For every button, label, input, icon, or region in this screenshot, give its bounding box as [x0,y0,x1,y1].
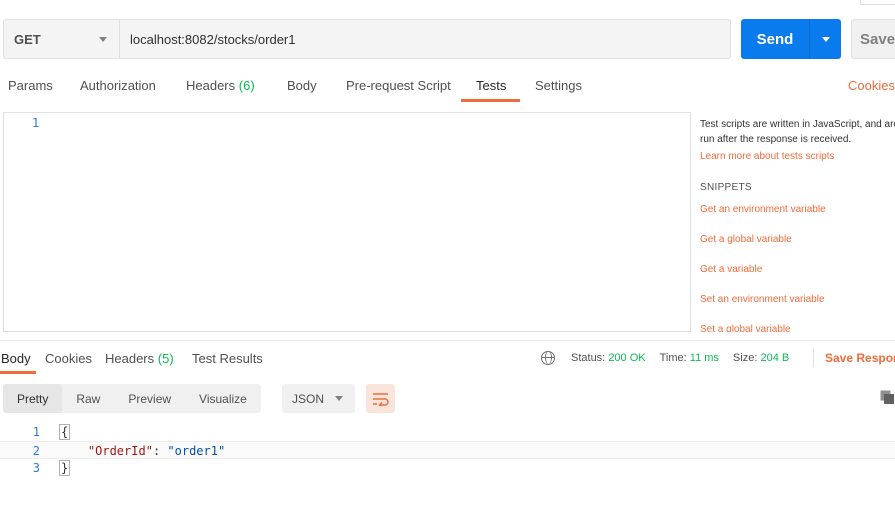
chevron-down-icon [335,396,343,401]
wrap-lines-button[interactable] [366,384,395,413]
view-mode-group: Pretty Raw Preview Visualize [3,384,261,413]
method-select[interactable]: GET [3,19,119,59]
tab-response-cookies[interactable]: Cookies [45,351,92,366]
tab-response-headers[interactable]: Headers (5) [105,351,174,366]
snippets-heading: SNIPPETS [700,182,752,193]
tab-label: Headers [186,78,236,93]
response-body-viewer[interactable]: 1 { 2 "OrderId": "order1" 3 } [0,423,895,477]
tab-label: Body [287,78,317,93]
save-button[interactable]: Save [851,19,895,59]
save-response-button[interactable]: Save Response [825,351,895,365]
request-bar: GET localhost:8082/stocks/order1 [3,19,731,59]
tab-label: Settings [535,78,582,93]
send-options-dropdown[interactable] [810,36,841,42]
learn-more-link[interactable]: Learn more about tests scripts [700,149,895,164]
tab-test-results[interactable]: Test Results [192,351,263,366]
tab-settings[interactable]: Settings [535,78,582,93]
url-value: localhost:8082/stocks/order1 [130,31,296,47]
chevron-down-icon [821,36,830,42]
cookies-link[interactable]: Cookies [848,78,895,93]
method-value: GET [14,31,41,47]
test-script-editor[interactable]: 1 [3,112,691,332]
request-tabs: Params Authorization Headers (6) Body Pr… [0,76,895,102]
tab-response-body[interactable]: Body [1,351,31,366]
status-separator [813,349,814,367]
tab-params[interactable]: Params [8,78,53,93]
line-number: 2 [32,444,40,458]
tab-label: Test Results [192,351,263,366]
top-right-frame [860,0,895,5]
active-tab-indicator [461,99,520,102]
snippet-get-variable[interactable]: Get a variable [700,255,895,285]
size-label: Size: [732,352,758,364]
view-raw-button[interactable]: Raw [62,384,114,413]
format-value: JSON [292,391,325,406]
view-pretty-button[interactable]: Pretty [3,384,63,413]
json-value: "order1" [167,444,226,458]
url-input[interactable]: localhost:8082/stocks/order1 [119,19,731,59]
tests-side-panel: Test scripts are written in JavaScript, … [700,112,895,332]
line-number: 1 [32,425,40,439]
status-value[interactable]: 200 OK [608,352,645,364]
json-separator: : [152,444,168,458]
snippets-list: Get an environment variable Get a global… [700,195,895,332]
tab-label: Cookies [45,351,92,366]
tab-label: Headers [105,351,155,366]
pane-divider[interactable] [0,340,895,341]
code-text: { [59,423,71,441]
code-line: 2 "OrderId": "order1" [0,441,895,459]
close-brace: } [59,460,71,476]
tab-authorization[interactable]: Authorization [80,78,156,93]
globe-icon[interactable] [541,351,555,365]
code-line: 1 { [0,423,895,441]
tab-pre-request-script[interactable]: Pre-request Script [346,78,451,93]
tab-label: Pre-request Script [346,78,451,93]
snippet-get-global-variable[interactable]: Get a global variable [700,225,895,255]
wrap-lines-icon [373,392,389,406]
tab-label: Authorization [80,78,156,93]
copy-icon[interactable] [880,390,895,405]
snippet-set-global-variable[interactable]: Set a global variable [700,315,895,332]
line-number: 1 [32,116,40,130]
tab-count-badge: (6) [238,78,255,93]
tab-body[interactable]: Body [287,78,317,93]
send-label: Send [756,30,794,48]
tests-description: Test scripts are written in JavaScript, … [700,119,895,145]
view-preview-button[interactable]: Preview [114,384,185,413]
save-label: Save [860,30,895,48]
tab-label: Body [1,351,31,366]
size-value[interactable]: 204 B [760,352,789,364]
code-text: } [59,459,71,477]
tab-tests[interactable]: Tests [476,78,506,93]
response-status: Status: 200 OK Time: 11 ms Size: 204 B [541,351,789,365]
tab-label: Tests [476,78,507,93]
active-tab-indicator [0,371,36,374]
code-text: "OrderId": "order1" [59,442,225,460]
open-brace: { [59,424,71,440]
tab-count-badge: (5) [157,351,174,366]
status-label: Status: [571,352,606,364]
line-number: 3 [32,461,40,475]
format-select[interactable]: JSON [282,384,355,413]
view-visualize-button[interactable]: Visualize [185,384,261,413]
tab-headers[interactable]: Headers (6) [186,78,255,93]
json-key: "OrderId" [87,444,153,458]
snippet-set-environment-variable[interactable]: Set an environment variable [700,285,895,315]
send-button[interactable]: Send [741,19,841,59]
time-label: Time: [659,352,687,364]
time-value[interactable]: 11 ms [690,352,719,364]
chevron-down-icon [99,37,107,42]
tab-label: Params [8,78,53,93]
snippet-get-environment-variable[interactable]: Get an environment variable [700,195,895,225]
code-line: 3 } [0,459,895,477]
